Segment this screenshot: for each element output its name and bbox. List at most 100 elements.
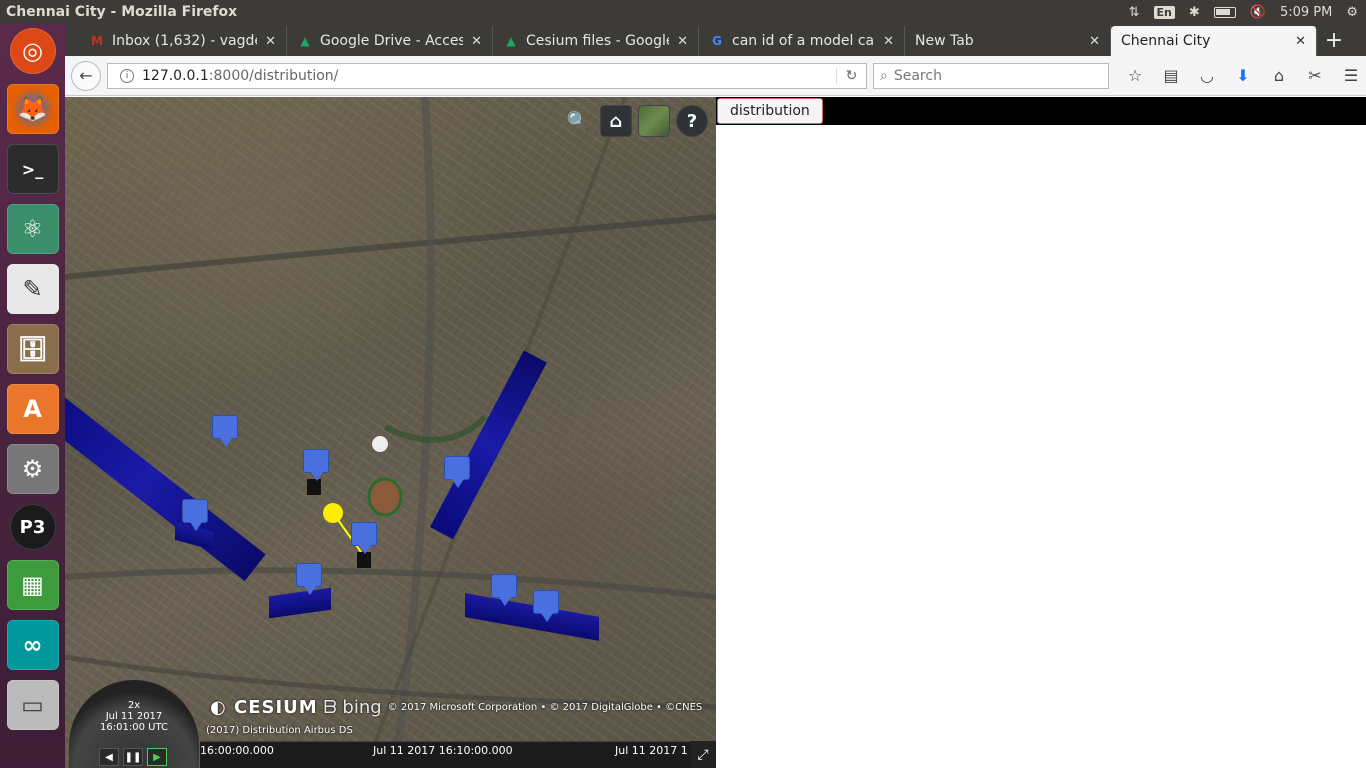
tab-label: Chennai City — [1121, 33, 1211, 49]
tab-label: can id of a model can b — [732, 33, 875, 49]
geocoder-search-button[interactable]: 🔍 — [562, 105, 594, 137]
tab-label: Google Drive - Access — [320, 33, 464, 49]
cesium-credits: ◐ CESIUM ᗷ bing © 2017 Microsoft Corpora… — [210, 697, 702, 718]
p3-icon[interactable]: P3 — [9, 504, 56, 550]
bookmark-star-icon[interactable]: ☆ — [1123, 64, 1147, 88]
tab-bar: M Inbox (1,632) - vagdev ✕ ▲ Google Driv… — [65, 24, 1366, 56]
clock[interactable]: 5:09 PM — [1280, 5, 1332, 20]
page-content: 🔍 ⌂ ? ◐ CESIUM ᗷ bing © 2017 Microsoft C… — [65, 97, 1366, 768]
map-marker[interactable] — [303, 449, 329, 481]
timeline-label: 16:00:00.000 — [200, 744, 274, 757]
animation-time: 16:01:00 UTC — [100, 722, 168, 733]
keyboard-indicator[interactable]: En — [1153, 5, 1175, 19]
animation-speed: 2x — [127, 700, 141, 711]
tab-new-tab[interactable]: New Tab ✕ — [905, 26, 1111, 56]
settings-icon[interactable]: ⚙ — [6, 444, 59, 494]
close-icon[interactable]: ✕ — [471, 34, 482, 49]
home-view-button[interactable]: ⌂ — [600, 105, 632, 137]
arrow-left-icon: ← — [79, 66, 93, 85]
url-bar[interactable]: i 127.0.0.1:8000/distribution/ ↻ — [107, 62, 867, 89]
pause-button[interactable]: ❚❚ — [123, 748, 143, 766]
base-layer-picker-button[interactable] — [638, 105, 670, 137]
tab-google-drive[interactable]: ▲ Google Drive - Access ✕ — [287, 26, 493, 56]
navigation-help-button[interactable]: ? — [676, 105, 708, 137]
panel-header: distribution — [716, 97, 1366, 125]
map-marker[interactable] — [491, 574, 517, 606]
drive-icon: ▲ — [300, 34, 310, 48]
download-icon[interactable]: ⬇ — [1231, 64, 1255, 88]
tab-label: New Tab — [915, 33, 974, 49]
map-marker[interactable] — [444, 456, 470, 488]
ubuntu-icon[interactable]: ◎ — [9, 28, 56, 74]
gmail-icon: M — [91, 34, 103, 48]
volume-icon[interactable]: 🔇 — [1250, 5, 1266, 20]
info-icon[interactable]: i — [120, 68, 134, 83]
distribution-button[interactable]: distribution — [717, 98, 823, 124]
map-marker[interactable] — [212, 415, 238, 447]
reading-list-icon[interactable]: ▤ — [1159, 64, 1183, 88]
atom-icon[interactable]: ⚛ — [6, 204, 59, 254]
back-button[interactable]: ← — [71, 60, 101, 91]
firefox-icon[interactable]: 🦊 — [6, 84, 59, 134]
bing-logo[interactable]: ᗷ bing — [324, 697, 382, 718]
tab-label: Inbox (1,632) - vagdev — [112, 33, 258, 49]
url-path: :8000/distribution/ — [208, 67, 339, 84]
url-text[interactable]: 127.0.0.1:8000/distribution/ — [142, 68, 836, 84]
battery-icon[interactable] — [1213, 6, 1236, 18]
tab-cesium-files[interactable]: ▲ Cesium files - Google D ✕ — [493, 26, 699, 56]
cesium-globe-viewer[interactable]: 🔍 ⌂ ? ◐ CESIUM ᗷ bing © 2017 Microsoft C… — [65, 97, 716, 768]
network-icon[interactable]: ⇅ — [1129, 5, 1140, 20]
fullscreen-icon: ⤢ — [697, 746, 709, 763]
files-icon[interactable]: 🗄 — [6, 324, 59, 374]
distribution-block[interactable] — [307, 479, 321, 495]
drive-icon[interactable]: ▭ — [6, 680, 59, 730]
drive-icon: ▲ — [506, 34, 516, 48]
software-center-icon[interactable]: A — [6, 384, 59, 434]
search-icon: 🔍 — [566, 110, 590, 132]
map-marker[interactable] — [351, 522, 377, 554]
google-icon: G — [712, 34, 722, 48]
system-top-panel: Chennai City - Mozilla Firefox ⇅ En ✱ 🔇 … — [0, 0, 1366, 24]
animation-date: Jul 11 2017 — [105, 711, 163, 722]
home-icon[interactable]: ⌂ — [1267, 64, 1291, 88]
pocket-icon[interactable]: ◡ — [1195, 64, 1219, 88]
distribution-panel: distribution — [716, 97, 1366, 768]
gear-icon[interactable]: ⚙ — [1346, 5, 1358, 20]
new-tab-button[interactable]: + — [1317, 26, 1351, 56]
window-title: Chennai City - Mozilla Firefox — [6, 4, 238, 20]
tab-chennai-city[interactable]: Chennai City ✕ — [1111, 26, 1317, 56]
timeline-label: Jul 11 2017 16:10:00.000 — [373, 744, 513, 757]
close-icon[interactable]: ✕ — [1295, 34, 1306, 49]
credit-airbus: (2017) Distribution Airbus DS — [206, 725, 353, 736]
close-icon[interactable]: ✕ — [677, 34, 688, 49]
reload-icon[interactable]: ↻ — [836, 67, 866, 84]
close-icon[interactable]: ✕ — [1089, 34, 1100, 49]
play-forward-button[interactable]: ▶ — [147, 748, 167, 766]
distribution-block[interactable] — [357, 552, 371, 568]
timeline[interactable]: 16:00:00.000 Jul 11 2017 16:10:00.000 Ju… — [200, 741, 690, 768]
cesium-logo[interactable]: ◐ CESIUM — [210, 697, 318, 718]
close-icon[interactable]: ✕ — [265, 34, 276, 49]
map-roads — [65, 97, 716, 768]
search-icon: ⌕ — [880, 67, 888, 84]
spreadsheet-icon[interactable]: ▦ — [6, 560, 59, 610]
home-icon: ⌂ — [609, 110, 623, 132]
tab-model-id-search[interactable]: G can id of a model can b ✕ — [699, 26, 905, 56]
menu-icon[interactable]: ☰ — [1339, 64, 1363, 88]
tab-inbox[interactable]: M Inbox (1,632) - vagdev ✕ — [79, 26, 287, 56]
map-marker[interactable] — [296, 563, 322, 595]
screenshot-icon[interactable]: ✂ — [1303, 64, 1327, 88]
url-host: 127.0.0.1 — [142, 67, 209, 84]
bluetooth-icon[interactable]: ✱ — [1189, 5, 1200, 20]
search-placeholder: Search — [893, 67, 942, 84]
arduino-icon[interactable]: ∞ — [6, 620, 59, 670]
terminal-icon[interactable]: >_ — [6, 144, 59, 194]
search-input[interactable]: ⌕ Search — [873, 62, 1109, 89]
map-marker[interactable] — [533, 590, 559, 622]
text-editor-icon[interactable]: ✎ — [6, 264, 59, 314]
play-reverse-button[interactable]: ◀ — [99, 748, 119, 766]
close-icon[interactable]: ✕ — [883, 34, 894, 49]
map-marker[interactable] — [182, 499, 208, 531]
help-icon: ? — [686, 110, 698, 132]
fullscreen-button[interactable]: ⤢ — [690, 741, 716, 768]
